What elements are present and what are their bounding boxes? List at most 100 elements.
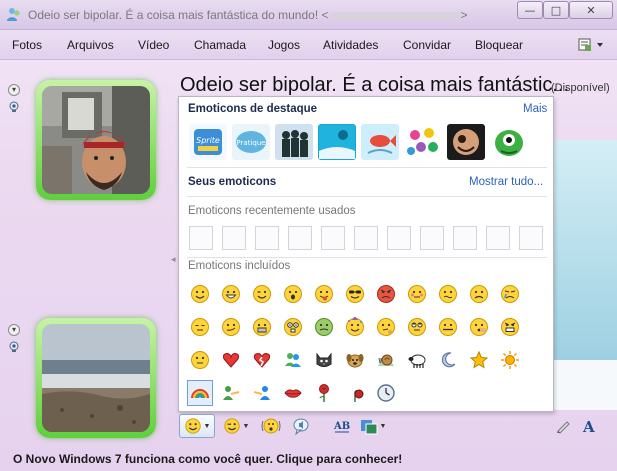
menu-arquivos[interactable]: Arquivos (67, 38, 114, 52)
emoticon-messenger-buddies[interactable] (280, 347, 306, 373)
emoticon-cool[interactable] (342, 281, 368, 307)
menu-video[interactable]: Vídeo (138, 38, 169, 52)
voice-clip-button[interactable] (290, 414, 312, 438)
show-menu-button[interactable] (577, 37, 605, 53)
emoticon-broken-heart[interactable] (249, 347, 275, 373)
handwriting-button[interactable] (552, 414, 574, 438)
fish-wink[interactable] (361, 124, 399, 160)
emoticon-crying[interactable] (497, 281, 523, 307)
emoticon-baring-teeth[interactable] (497, 314, 523, 340)
close-button[interactable]: ✕ (569, 1, 613, 19)
emoticon-nerd[interactable] (280, 314, 306, 340)
emoticon-red-rose[interactable] (311, 380, 337, 406)
recent-emoticon-slot[interactable] (255, 226, 279, 250)
sprite-wink[interactable]: Sprite (189, 124, 227, 160)
emoticon-sarcastic[interactable] (218, 314, 244, 340)
emoticon-party[interactable] (342, 314, 368, 340)
secret-icon (470, 318, 488, 336)
emoticon-wink[interactable] (249, 281, 275, 307)
font-icon: A (582, 418, 595, 434)
self-avatar[interactable] (36, 318, 156, 438)
emoticon-black-sheep[interactable] (404, 347, 430, 373)
maximize-button[interactable]: □ (543, 1, 569, 19)
green-monster-wink[interactable] (490, 124, 528, 160)
emoticon-tongue[interactable] (311, 281, 337, 307)
hug-right-icon (253, 386, 270, 400)
menu-convidar[interactable]: Convidar (403, 38, 451, 52)
emoticon-star[interactable] (466, 347, 492, 373)
contact-avatar[interactable] (36, 80, 156, 200)
pratique-wink[interactable]: Pratique (232, 124, 270, 160)
recent-emoticon-slot[interactable] (321, 226, 345, 250)
emoticon-disappointed[interactable] (187, 314, 213, 340)
emoticon-teeth[interactable] (249, 314, 275, 340)
rainbow-icon (191, 389, 209, 399)
webcam-icon[interactable] (8, 341, 20, 353)
dancer-wink[interactable] (447, 124, 485, 160)
emoticon-confused[interactable] (435, 281, 461, 307)
wink-button[interactable]: ▼ (220, 414, 252, 438)
collapse-contact-button[interactable]: ▾ (8, 84, 20, 96)
emoticon-smile[interactable] (187, 281, 213, 307)
recent-emoticon-slot[interactable] (288, 226, 312, 250)
emoticon-dog-face[interactable] (342, 347, 368, 373)
menu-bar: Fotos Arquivos Vídeo Chamada Jogos Ativi… (0, 30, 617, 60)
emoticon-wilted-rose[interactable] (342, 380, 368, 406)
wink-icon (253, 285, 271, 303)
collapse-sidebar-icon[interactable]: ◂ (171, 254, 176, 265)
emoticon-clock[interactable] (373, 380, 399, 406)
emoticon-secret[interactable] (466, 314, 492, 340)
emoticon-grin[interactable] (218, 281, 244, 307)
emoticon-snail[interactable] (373, 347, 399, 373)
emoticon-sun[interactable] (497, 347, 523, 373)
emoticon-sad[interactable] (466, 281, 492, 307)
emoticon-hug-right[interactable] (249, 380, 275, 406)
redacted-email (330, 11, 461, 20)
wink-icon (223, 418, 240, 434)
advertisement-bar[interactable]: O Novo Windows 7 funciona como você quer… (0, 446, 617, 471)
red-rose-icon (319, 384, 329, 402)
emoticon-i-dont-know[interactable] (187, 347, 213, 373)
emoticon-red-heart[interactable] (218, 347, 244, 373)
nudge-button[interactable] (258, 414, 284, 438)
collapse-self-button[interactable]: ▾ (8, 324, 20, 336)
recent-emoticon-slot[interactable] (387, 226, 411, 250)
show-all-link[interactable]: Mostrar tudo... (469, 176, 543, 188)
recent-emoticon-slot[interactable] (519, 226, 543, 250)
emoticon-hug-left[interactable] (218, 380, 244, 406)
emoticon-red-lips[interactable] (280, 380, 306, 406)
menu-jogos[interactable]: Jogos (268, 38, 300, 52)
emoticon-angry[interactable] (373, 281, 399, 307)
emoticon-sick[interactable] (311, 314, 337, 340)
emoticon-surprised[interactable] (280, 281, 306, 307)
recent-emoticon-slot[interactable] (189, 226, 213, 250)
tongue-icon (315, 285, 333, 303)
menu-chamada[interactable]: Chamada (194, 38, 246, 52)
recent-emoticon-slot[interactable] (420, 226, 444, 250)
recent-emoticon-slot[interactable] (354, 226, 378, 250)
emoticon-button[interactable]: ▼ (179, 414, 215, 438)
emoticon-rainbow[interactable] (187, 380, 213, 406)
text-format-button[interactable]: A (578, 414, 600, 438)
emoticon-zipped-mouth[interactable] (435, 314, 461, 340)
menu-bloquear[interactable]: Bloquear (475, 38, 523, 52)
webcam-icon[interactable] (8, 101, 20, 113)
flowers-wink[interactable] (404, 124, 442, 160)
menu-atividades[interactable]: Atividades (323, 38, 378, 52)
emoticon-moon[interactable] (435, 347, 461, 373)
recent-emoticon-slot[interactable] (453, 226, 477, 250)
silhouettes-wink[interactable] (275, 124, 313, 160)
recent-emoticon-slot[interactable] (222, 226, 246, 250)
emoticon-eye-roll[interactable] (404, 314, 430, 340)
background-button[interactable]: ▼ (358, 414, 388, 438)
emoticon-thinking[interactable] (373, 314, 399, 340)
emoticon-embarrassed[interactable] (404, 281, 430, 307)
featured-more-link[interactable]: Mais (523, 103, 547, 115)
menu-fotos[interactable]: Fotos (12, 38, 42, 52)
font-button[interactable]: AB (332, 414, 352, 438)
emoticon-cat-face[interactable] (311, 347, 337, 373)
minimize-button[interactable]: — (517, 1, 543, 19)
recent-emoticon-slot[interactable] (486, 226, 510, 250)
cyan-scene-wink[interactable] (318, 124, 356, 160)
ad-text[interactable]: O Novo Windows 7 funciona como você quer… (13, 452, 402, 466)
